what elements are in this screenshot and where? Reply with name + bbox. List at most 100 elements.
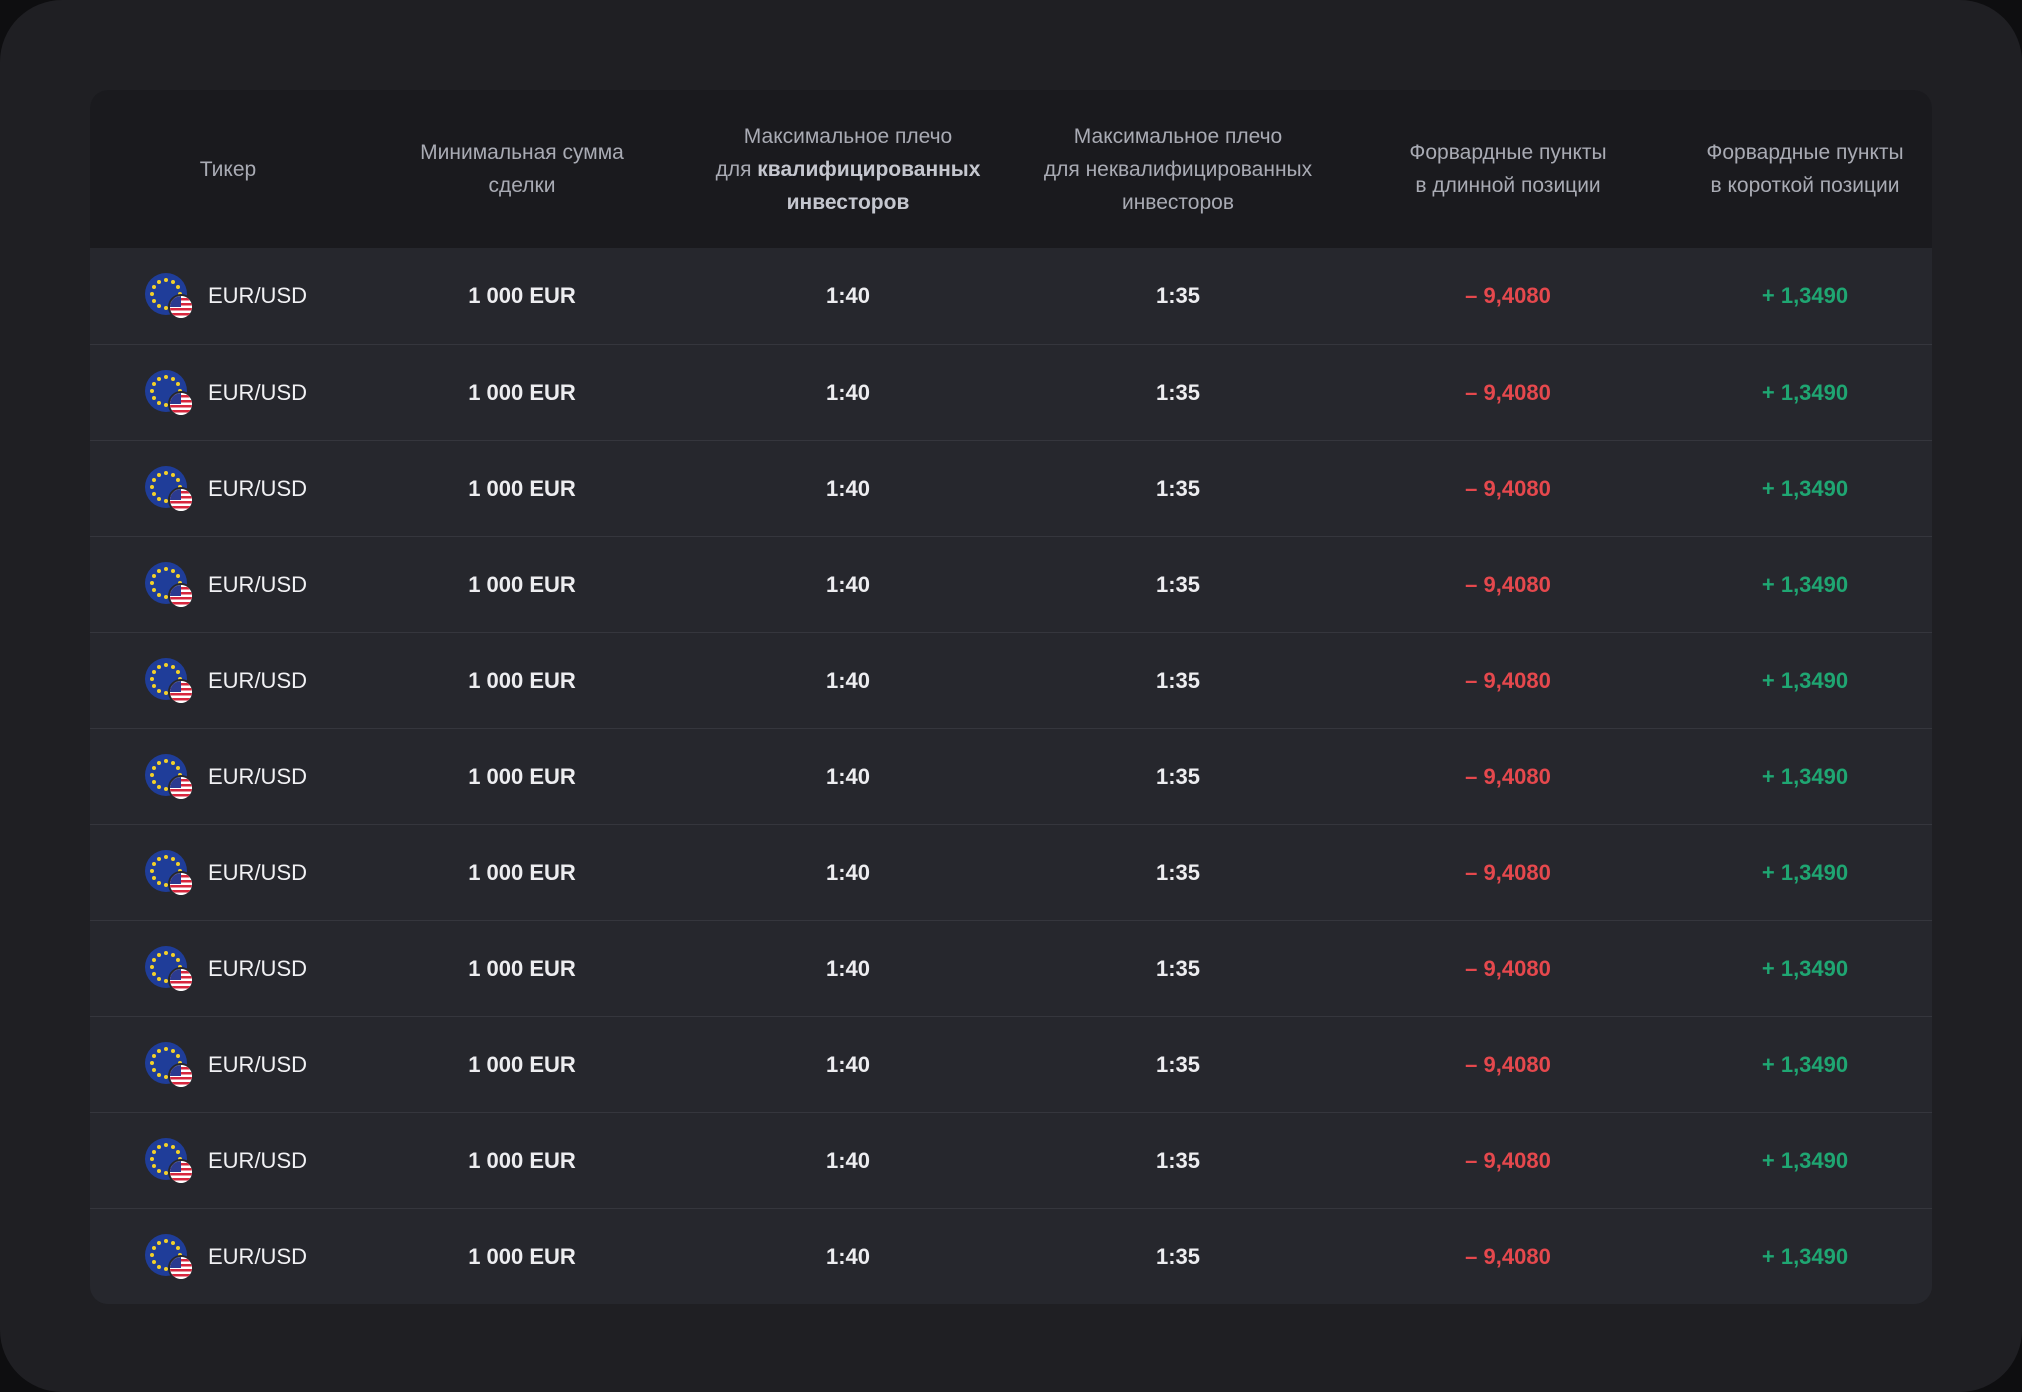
ticker-label: EUR/USD — [208, 1147, 308, 1173]
eu-us-flag-icon — [144, 1233, 194, 1281]
cell-min-amount: 1 000 EUR — [468, 1051, 576, 1077]
cell-forward-long: – 9,4080 — [1465, 282, 1551, 308]
cell-ticker[interactable]: EUR/USD — [90, 537, 366, 632]
ticker-label: EUR/USD — [208, 763, 308, 789]
eu-us-flag-icon — [144, 945, 194, 993]
column-header-ticker: Тикер — [90, 90, 366, 248]
cell-leverage-qualified: 1:40 — [825, 282, 871, 308]
column-header-forward-short-line2: в короткой позиции — [1710, 174, 1900, 197]
table-row[interactable]: EUR/USD 1 000 EUR 1:40 1:35 – 9,4080 + 1… — [90, 728, 1932, 824]
column-header-ticker-label: Тикер — [199, 157, 257, 181]
cell-ticker[interactable]: EUR/USD — [90, 1017, 366, 1112]
table-row[interactable]: EUR/USD 1 000 EUR 1:40 1:35 – 9,4080 + 1… — [90, 440, 1932, 536]
cell-leverage-qualified: 1:40 — [825, 1243, 871, 1269]
column-header-leverage-non-qualified: Максимальное плечо для неквалифицированн… — [1018, 90, 1338, 248]
cell-leverage-qualified: 1:40 — [825, 475, 871, 501]
cell-min-amount: 1 000 EUR — [468, 282, 576, 308]
ticker-label: EUR/USD — [208, 1051, 308, 1077]
table-row[interactable]: EUR/USD 1 000 EUR 1:40 1:35 – 9,4080 + 1… — [90, 632, 1932, 728]
ticker-label: EUR/USD — [208, 571, 308, 597]
ticker-label: EUR/USD — [208, 667, 308, 693]
cell-ticker[interactable]: EUR/USD — [90, 825, 366, 920]
cell-forward-short: + 1,3490 — [1761, 475, 1849, 501]
cell-leverage-qualified: 1:40 — [825, 571, 871, 597]
cell-min-amount: 1 000 EUR — [468, 763, 576, 789]
cell-forward-short: + 1,3490 — [1761, 955, 1849, 981]
cell-leverage-qualified: 1:40 — [825, 1051, 871, 1077]
eu-us-flag-icon — [144, 1137, 194, 1185]
table-row[interactable]: EUR/USD 1 000 EUR 1:40 1:35 – 9,4080 + 1… — [90, 344, 1932, 440]
cell-forward-long: – 9,4080 — [1465, 571, 1551, 597]
cell-leverage-qualified: 1:40 — [825, 1147, 871, 1173]
cell-forward-long: – 9,4080 — [1465, 1243, 1551, 1269]
cell-leverage-qualified: 1:40 — [825, 667, 871, 693]
cell-ticker[interactable]: EUR/USD — [90, 633, 366, 728]
cell-forward-short: + 1,3490 — [1761, 859, 1849, 885]
table-row[interactable]: EUR/USD 1 000 EUR 1:40 1:35 – 9,4080 + 1… — [90, 1112, 1932, 1208]
cell-leverage-non-qualified: 1:35 — [1155, 859, 1201, 885]
cell-ticker[interactable]: EUR/USD — [90, 921, 366, 1016]
cell-leverage-non-qualified: 1:35 — [1155, 763, 1201, 789]
eu-us-flag-icon — [144, 465, 194, 513]
table-row[interactable]: EUR/USD 1 000 EUR 1:40 1:35 – 9,4080 + 1… — [90, 1208, 1932, 1304]
cell-ticker[interactable]: EUR/USD — [90, 1113, 366, 1208]
column-header-leverage-qualified-line2a: для — [715, 157, 758, 181]
cell-forward-long: – 9,4080 — [1465, 1051, 1551, 1077]
column-header-min-amount-line1: Минимальная сумма — [420, 141, 624, 164]
cell-forward-long: – 9,4080 — [1465, 763, 1551, 789]
cell-leverage-non-qualified: 1:35 — [1155, 1147, 1201, 1173]
column-header-min-amount: Минимальная сумма сделки — [366, 90, 678, 248]
column-header-min-amount-line2: сделки — [488, 174, 556, 197]
eu-us-flag-icon — [144, 1041, 194, 1089]
cell-ticker[interactable]: EUR/USD — [90, 729, 366, 824]
cell-leverage-non-qualified: 1:35 — [1155, 955, 1201, 981]
ticker-label: EUR/USD — [208, 1243, 308, 1269]
column-header-forward-long-line1: Форвардные пункты — [1409, 141, 1607, 164]
cell-leverage-qualified: 1:40 — [825, 955, 871, 981]
eu-us-flag-icon — [144, 657, 194, 705]
ticker-label: EUR/USD — [208, 379, 308, 405]
table-row[interactable]: EUR/USD 1 000 EUR 1:40 1:35 – 9,4080 + 1… — [90, 536, 1932, 632]
column-header-leverage-non-qualified-line2: для неквалифицированных — [1043, 157, 1313, 181]
cell-min-amount: 1 000 EUR — [468, 379, 576, 405]
cell-min-amount: 1 000 EUR — [468, 667, 576, 693]
table-row[interactable]: EUR/USD 1 000 EUR 1:40 1:35 – 9,4080 + 1… — [90, 248, 1932, 343]
column-header-forward-short-line1: Форвардные пункты — [1706, 141, 1904, 164]
cell-leverage-non-qualified: 1:35 — [1155, 571, 1201, 597]
column-header-leverage-qualified: Максимальное плечо для квалифицированных… — [678, 90, 1018, 248]
column-header-forward-long: Форвардные пункты в длинной позиции — [1338, 90, 1678, 248]
ticker-label: EUR/USD — [208, 859, 308, 885]
eu-us-flag-icon — [144, 272, 194, 320]
cell-forward-short: + 1,3490 — [1761, 667, 1849, 693]
cell-forward-long: – 9,4080 — [1465, 475, 1551, 501]
ticker-label: EUR/USD — [208, 955, 308, 981]
eu-us-flag-icon — [144, 369, 194, 417]
table-row[interactable]: EUR/USD 1 000 EUR 1:40 1:35 – 9,4080 + 1… — [90, 920, 1932, 1016]
cell-ticker[interactable]: EUR/USD — [90, 1209, 366, 1304]
cell-forward-long: – 9,4080 — [1465, 667, 1551, 693]
cell-leverage-qualified: 1:40 — [825, 379, 871, 405]
cell-ticker[interactable]: EUR/USD — [90, 248, 366, 343]
instruments-table: Тикер Минимальная сумма сделки Максималь… — [90, 90, 1932, 1304]
table-header: Тикер Минимальная сумма сделки Максималь… — [90, 90, 1932, 248]
cell-min-amount: 1 000 EUR — [468, 859, 576, 885]
table-row[interactable]: EUR/USD 1 000 EUR 1:40 1:35 – 9,4080 + 1… — [90, 824, 1932, 920]
cell-min-amount: 1 000 EUR — [468, 475, 576, 501]
column-header-leverage-non-qualified-line1: Максимальное плечо — [1073, 124, 1283, 148]
column-header-forward-short: Форвардные пункты в короткой позиции — [1678, 90, 1932, 248]
cell-ticker[interactable]: EUR/USD — [90, 441, 366, 536]
table-row[interactable]: EUR/USD 1 000 EUR 1:40 1:35 – 9,4080 + 1… — [90, 1016, 1932, 1112]
cell-forward-short: + 1,3490 — [1761, 1243, 1849, 1269]
cell-forward-short: + 1,3490 — [1761, 571, 1849, 597]
cell-leverage-non-qualified: 1:35 — [1155, 379, 1201, 405]
cell-forward-long: – 9,4080 — [1465, 1147, 1551, 1173]
cell-leverage-non-qualified: 1:35 — [1155, 475, 1201, 501]
column-header-leverage-non-qualified-line3: инвесторов — [1121, 190, 1234, 214]
cell-forward-short: + 1,3490 — [1761, 1051, 1849, 1077]
eu-us-flag-icon — [144, 849, 194, 897]
cell-ticker[interactable]: EUR/USD — [90, 345, 366, 440]
column-header-leverage-qualified-line1: Максимальное плечо — [743, 124, 953, 148]
cell-leverage-qualified: 1:40 — [825, 859, 871, 885]
eu-us-flag-icon — [144, 753, 194, 801]
cell-min-amount: 1 000 EUR — [468, 1147, 576, 1173]
